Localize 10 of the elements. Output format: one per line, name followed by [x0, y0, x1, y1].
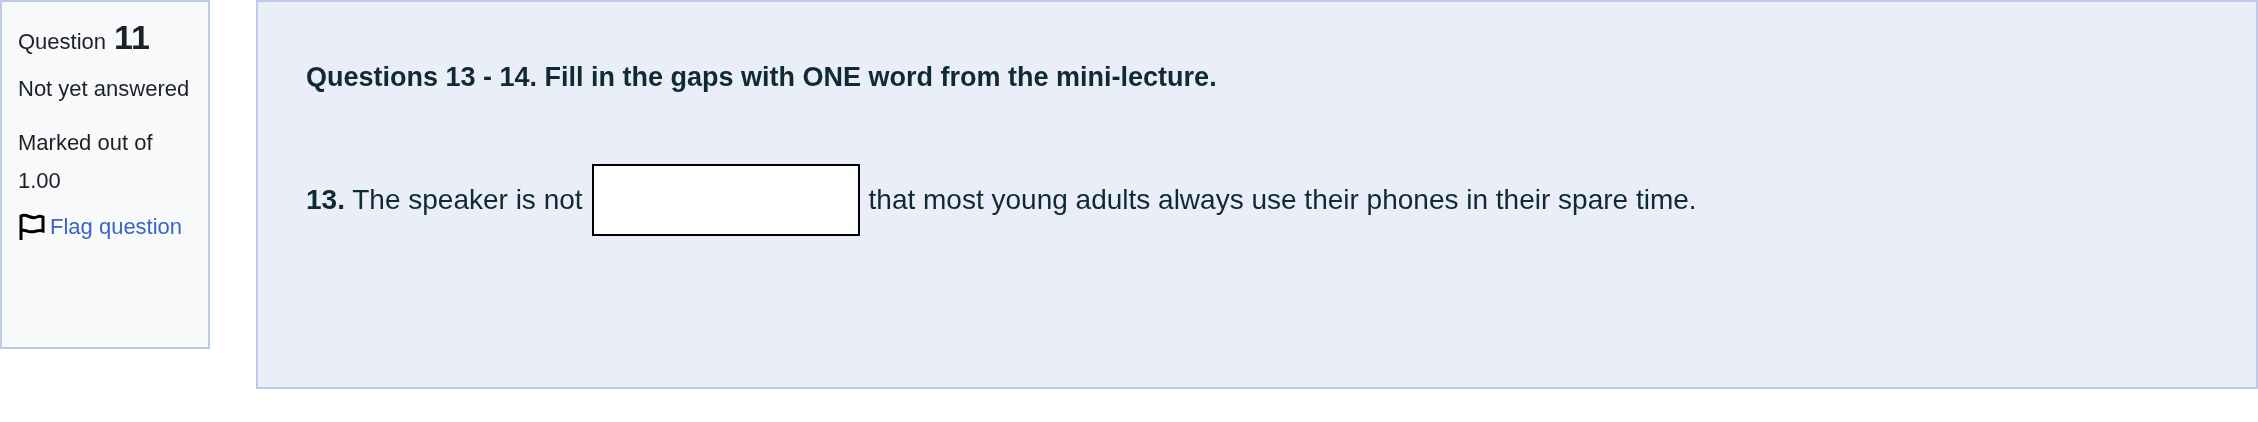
marks-text: Marked out of 1.00 [18, 129, 154, 195]
flag-question-link[interactable]: Flag question [50, 214, 183, 239]
answer-field[interactable] [591, 163, 860, 236]
instructions-heading: Questions 13 - 14. Fill in the gaps with ONE word from the mini-lecture. [306, 61, 1218, 94]
flag-icon[interactable] [18, 212, 46, 242]
question-label: Question [18, 28, 107, 56]
status-text: Not yet answered [18, 75, 191, 103]
question-text: that most young adults always use their phones in their spare time. [868, 182, 1697, 217]
question-number: 11 [114, 20, 150, 54]
question-text: 13. The speaker is not [306, 182, 583, 217]
